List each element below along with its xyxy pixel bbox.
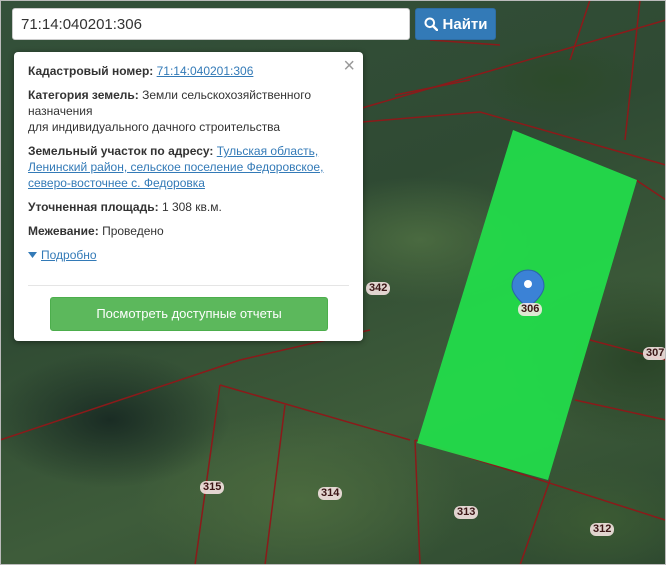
- survey-value: Проведено: [102, 224, 164, 238]
- parcel-info-popup: × Кадастровый номер: 71:14:040201:306 Ка…: [14, 52, 363, 341]
- search-icon: [424, 17, 438, 31]
- cadastral-number-link[interactable]: 71:14:040201:306: [157, 64, 254, 78]
- land-category-value-1: Земли сельскохозяйственного: [142, 88, 312, 102]
- parcel-label-315: 315: [200, 481, 225, 494]
- parcel-label-312: 312: [590, 523, 615, 536]
- boundary-line: [219, 384, 411, 441]
- caret-down-icon: [28, 252, 37, 258]
- land-category-row: Категория земель: Земли сельскохозяйстве…: [28, 87, 349, 135]
- boundary-line: [574, 399, 666, 421]
- search-button-label: Найти: [442, 15, 488, 33]
- land-category-value-3: для индивидуального дачного строительств…: [28, 120, 281, 134]
- boundary-line: [414, 439, 421, 565]
- area-label: Уточненная площадь:: [28, 200, 159, 214]
- parcel-label-313: 313: [454, 506, 479, 519]
- cadastral-number-row: Кадастровый номер: 71:14:040201:306: [28, 63, 349, 79]
- area-value: 1 308 кв.м.: [161, 200, 222, 214]
- close-icon[interactable]: ×: [343, 56, 355, 76]
- address-link-1[interactable]: Тульская область,: [217, 144, 318, 158]
- boundary-line: [624, 0, 641, 141]
- address-link-3[interactable]: северо-восточнее с. Федоровка: [28, 176, 205, 190]
- boundary-line: [394, 79, 471, 96]
- survey-label: Межевание:: [28, 224, 99, 238]
- popup-divider: [28, 285, 349, 286]
- address-label: Земельный участок по адресу:: [28, 144, 214, 158]
- land-category-label: Категория земель:: [28, 88, 139, 102]
- parcel-label-342: 342: [366, 282, 391, 295]
- area-row: Уточненная площадь: 1 308 кв.м.: [28, 199, 349, 215]
- boundary-line: [429, 39, 501, 46]
- boundary-line: [361, 111, 481, 123]
- boundary-line: [194, 384, 221, 565]
- land-category-value-2: назначения: [28, 104, 93, 118]
- boundary-line: [0, 359, 241, 441]
- address-link-2[interactable]: Ленинский район, сельское поселение Федо…: [28, 160, 323, 174]
- parcel-label-306: 306: [518, 303, 543, 316]
- details-link[interactable]: Подробно: [41, 247, 97, 263]
- search-input[interactable]: [12, 8, 410, 40]
- boundary-line: [519, 479, 551, 565]
- boundary-line: [569, 0, 591, 61]
- boundary-line: [635, 179, 666, 201]
- boundary-line: [264, 404, 286, 565]
- view-reports-button[interactable]: Посмотреть доступные отчеты: [50, 297, 328, 331]
- survey-row: Межевание: Проведено: [28, 223, 349, 239]
- parcel-label-314: 314: [318, 487, 343, 500]
- cadastral-number-label: Кадастровый номер:: [28, 64, 154, 78]
- address-row: Земельный участок по адресу: Тульская об…: [28, 143, 349, 191]
- parcel-label-307: 307: [643, 347, 666, 360]
- search-button[interactable]: Найти: [415, 8, 496, 40]
- details-toggle[interactable]: Подробно: [28, 247, 349, 263]
